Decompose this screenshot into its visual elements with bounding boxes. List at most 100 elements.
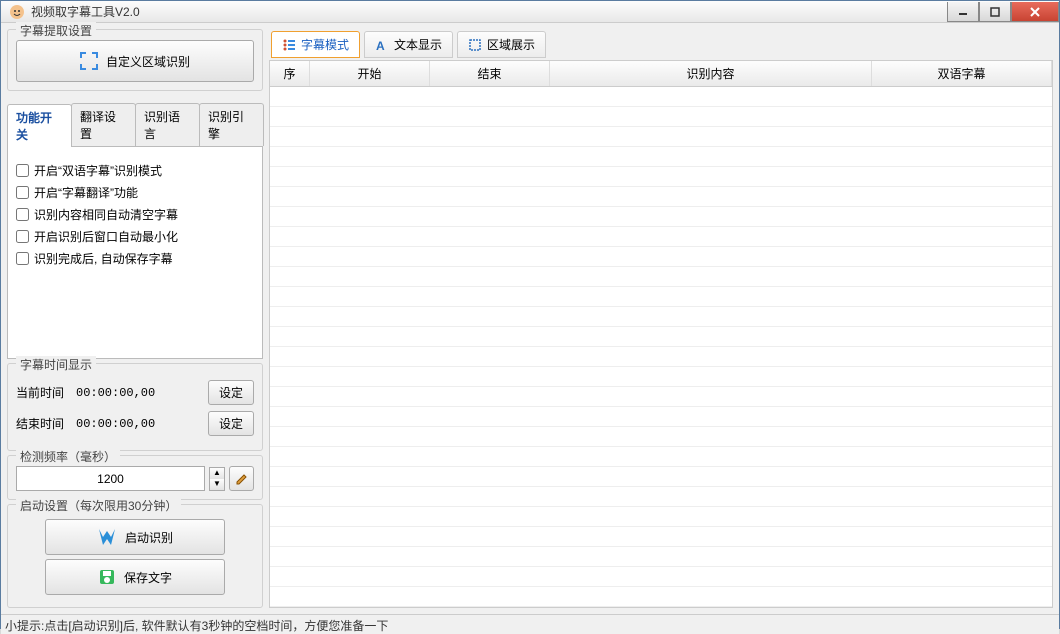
table-row[interactable] (270, 367, 1052, 387)
table-row[interactable] (270, 507, 1052, 527)
button-label: 自定义区域识别 (106, 53, 190, 70)
tab-label: 文本显示 (394, 36, 442, 53)
extract-settings-group: 字幕提取设置 自定义区域识别 (7, 29, 263, 91)
frequency-group: 检测频率（毫秒） ▲ ▼ (7, 455, 263, 500)
spin-up[interactable]: ▲ (210, 468, 224, 479)
col-content[interactable]: 识别内容 (550, 61, 872, 86)
checkbox[interactable] (16, 208, 29, 221)
region-icon (468, 38, 482, 52)
button-label: 保存文字 (124, 569, 172, 586)
table-row[interactable] (270, 427, 1052, 447)
table-row[interactable] (270, 387, 1052, 407)
check-clear-same[interactable]: 识别内容相同自动清空字幕 (16, 206, 254, 223)
tab-recognize-engine[interactable]: 识别引擎 (199, 103, 264, 146)
custom-region-button[interactable]: 自定义区域识别 (16, 40, 254, 82)
table-row[interactable] (270, 267, 1052, 287)
table-row[interactable] (270, 107, 1052, 127)
table-row[interactable] (270, 547, 1052, 567)
close-button[interactable] (1011, 2, 1059, 22)
table-row[interactable] (270, 227, 1052, 247)
svg-text:A: A (376, 39, 385, 52)
current-time-label: 当前时间 (16, 384, 68, 401)
table-row[interactable] (270, 127, 1052, 147)
check-auto-minimize[interactable]: 开启识别后窗口自动最小化 (16, 228, 254, 245)
status-bar: 小提示:点击[启动识别]后, 软件默认有3秒钟的空档时间，方便您准备一下 (1, 614, 1059, 634)
start-recognize-button[interactable]: 启动识别 (45, 519, 225, 555)
maximize-button[interactable] (979, 2, 1011, 22)
pencil-icon (235, 472, 249, 486)
check-auto-save[interactable]: 识别完成后, 自动保存字幕 (16, 250, 254, 267)
edit-frequency-button[interactable] (229, 466, 254, 491)
list-icon (282, 38, 296, 52)
end-time-label: 结束时间 (16, 415, 68, 432)
tab-text-display[interactable]: A 文本显示 (364, 31, 453, 58)
col-bilingual[interactable]: 双语字幕 (872, 61, 1052, 86)
tab-label: 区域展示 (487, 36, 535, 53)
tab-translate-settings[interactable]: 翻译设置 (71, 103, 136, 146)
tab-region-display[interactable]: 区域展示 (457, 31, 546, 58)
group-title: 字幕时间显示 (16, 356, 96, 373)
set-end-button[interactable]: 设定 (208, 411, 254, 436)
button-label: 启动识别 (125, 529, 173, 546)
main-window: 视频取字幕工具V2.0 字幕提取设置 自定义区域识别 功能开关 翻译设置 识别语… (0, 0, 1060, 629)
table-row[interactable] (270, 87, 1052, 107)
save-text-button[interactable]: 保存文字 (45, 559, 225, 595)
checkbox[interactable] (16, 186, 29, 199)
group-title: 字幕提取设置 (16, 22, 96, 39)
end-time-row: 结束时间 00:00:00,00 设定 (16, 411, 254, 436)
frequency-input[interactable] (16, 466, 205, 491)
group-title: 启动设置（每次限用30分钟） (16, 497, 181, 514)
grid-header: 序 开始 结束 识别内容 双语字幕 (270, 61, 1052, 87)
col-start[interactable]: 开始 (310, 61, 430, 86)
grid-body (270, 87, 1052, 607)
window-controls (947, 1, 1059, 22)
table-row[interactable] (270, 567, 1052, 587)
left-panel: 字幕提取设置 自定义区域识别 功能开关 翻译设置 识别语言 识别引擎 开启“双语… (7, 29, 263, 608)
table-row[interactable] (270, 207, 1052, 227)
table-row[interactable] (270, 167, 1052, 187)
spin-down[interactable]: ▼ (210, 479, 224, 490)
col-end[interactable]: 结束 (430, 61, 550, 86)
checkbox[interactable] (16, 164, 29, 177)
table-row[interactable] (270, 527, 1052, 547)
table-row[interactable] (270, 447, 1052, 467)
table-row[interactable] (270, 187, 1052, 207)
table-row[interactable] (270, 587, 1052, 607)
text-icon: A (375, 38, 389, 52)
check-translate[interactable]: 开启“字幕翻译”功能 (16, 184, 254, 201)
checkbox[interactable] (16, 252, 29, 265)
title-bar: 视频取字幕工具V2.0 (1, 1, 1059, 23)
spinner: ▲ ▼ (209, 467, 225, 491)
current-time-value: 00:00:00,00 (76, 386, 200, 400)
window-title: 视频取字幕工具V2.0 (31, 3, 947, 20)
time-display-group: 字幕时间显示 当前时间 00:00:00,00 设定 结束时间 00:00:00… (7, 363, 263, 451)
save-icon (98, 568, 116, 586)
minimize-button[interactable] (947, 2, 979, 22)
table-row[interactable] (270, 347, 1052, 367)
end-time-value: 00:00:00,00 (76, 417, 200, 431)
col-seq[interactable]: 序 (270, 61, 310, 86)
content-area: 字幕提取设置 自定义区域识别 功能开关 翻译设置 识别语言 识别引擎 开启“双语… (1, 23, 1059, 614)
app-icon (9, 4, 25, 20)
selection-icon (80, 52, 98, 70)
check-bilingual[interactable]: 开启“双语字幕”识别模式 (16, 162, 254, 179)
table-row[interactable] (270, 487, 1052, 507)
view-tabs: 字幕模式 A 文本显示 区域展示 (269, 29, 1053, 60)
table-row[interactable] (270, 287, 1052, 307)
table-row[interactable] (270, 467, 1052, 487)
tab-subtitle-mode[interactable]: 字幕模式 (271, 31, 360, 58)
checkbox[interactable] (16, 230, 29, 243)
group-title: 检测频率（毫秒） (16, 448, 120, 465)
right-panel: 字幕模式 A 文本显示 区域展示 序 开始 结束 识别内容 双语字幕 (269, 29, 1053, 608)
table-row[interactable] (270, 247, 1052, 267)
start-settings-group: 启动设置（每次限用30分钟） 启动识别 保存文字 (7, 504, 263, 608)
table-row[interactable] (270, 147, 1052, 167)
set-current-button[interactable]: 设定 (208, 380, 254, 405)
tab-label: 字幕模式 (301, 36, 349, 53)
subtitle-grid[interactable]: 序 开始 结束 识别内容 双语字幕 (269, 60, 1053, 608)
tab-function-switch[interactable]: 功能开关 (7, 104, 72, 147)
table-row[interactable] (270, 307, 1052, 327)
table-row[interactable] (270, 407, 1052, 427)
tab-recognize-language[interactable]: 识别语言 (135, 103, 200, 146)
table-row[interactable] (270, 327, 1052, 347)
